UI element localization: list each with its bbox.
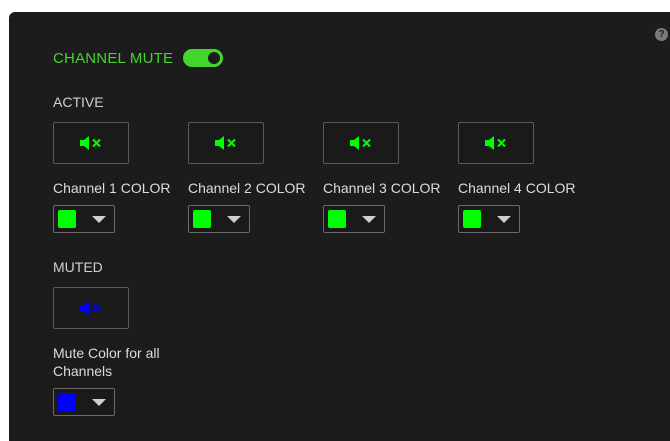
speaker-muted-icon <box>80 301 101 315</box>
muted-section-label: MUTED <box>53 259 103 275</box>
channel-3-mute-button[interactable] <box>323 122 399 164</box>
color-swatch <box>58 210 76 228</box>
toggle-knob <box>208 52 221 64</box>
color-swatch <box>463 210 481 228</box>
color-swatch <box>328 210 346 228</box>
channel-3-color-dropdown[interactable] <box>323 205 385 233</box>
channel-4-color-label: Channel 4 COLOR <box>458 180 576 196</box>
channel-mute-toggle[interactable] <box>183 49 224 67</box>
channel-4-mute-button[interactable] <box>458 122 534 164</box>
color-swatch <box>58 393 76 411</box>
channel-mute-title: CHANNEL MUTE <box>53 49 174 67</box>
active-section-label: ACTIVE <box>53 94 104 110</box>
channel-2-mute-button[interactable] <box>188 122 264 164</box>
channel-4-color-dropdown[interactable] <box>458 205 520 233</box>
channel-1-color-dropdown[interactable] <box>53 205 115 233</box>
color-swatch <box>193 210 211 228</box>
channel-1-color-label: Channel 1 COLOR <box>53 180 171 196</box>
muted-preview-button[interactable] <box>53 287 129 329</box>
chevron-down-icon <box>92 216 106 223</box>
mute-color-label: Mute Color for all Channels <box>53 345 160 379</box>
channel-mute-header: CHANNEL MUTE <box>53 49 224 67</box>
channel-2-color-label: Channel 2 COLOR <box>188 180 306 196</box>
help-icon[interactable]: ? <box>655 28 668 41</box>
speaker-muted-icon <box>350 136 371 150</box>
chevron-down-icon <box>497 216 511 223</box>
speaker-muted-icon <box>485 136 506 150</box>
chevron-down-icon <box>92 399 106 406</box>
channel-1-mute-button[interactable] <box>53 122 129 164</box>
chevron-down-icon <box>362 216 376 223</box>
chevron-down-icon <box>227 216 241 223</box>
channel-3-color-label: Channel 3 COLOR <box>323 180 441 196</box>
speaker-muted-icon <box>215 136 236 150</box>
speaker-muted-icon <box>80 136 101 150</box>
mute-color-dropdown[interactable] <box>53 388 115 416</box>
channel-2-color-dropdown[interactable] <box>188 205 250 233</box>
